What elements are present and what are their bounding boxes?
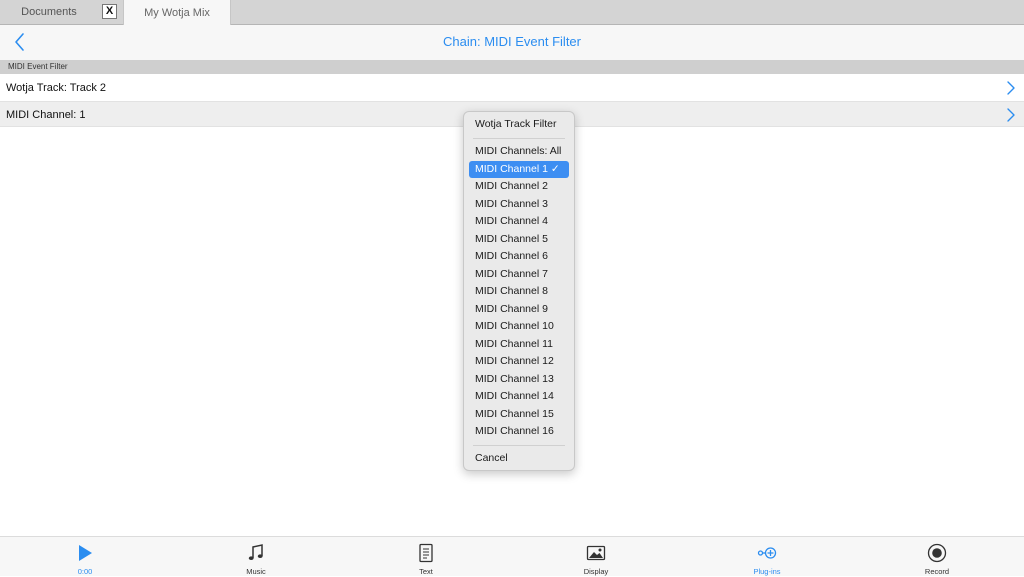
menu-item-channel-8[interactable]: MIDI Channel 8 xyxy=(469,283,569,300)
menu-item-channel-14[interactable]: MIDI Channel 14 xyxy=(469,388,569,405)
document-icon xyxy=(419,543,433,563)
plugin-icon xyxy=(757,547,777,559)
menu-item-channel-13[interactable]: MIDI Channel 13 xyxy=(469,371,569,388)
image-icon xyxy=(586,545,606,561)
navigation-header: Chain: MIDI Event Filter xyxy=(0,25,1024,60)
menu-item-channel-7[interactable]: MIDI Channel 7 xyxy=(469,266,569,283)
text-tab-button[interactable]: Text xyxy=(386,537,466,577)
chevron-right-icon xyxy=(1007,81,1015,95)
text-label: Text xyxy=(419,567,433,576)
menu-item-channel-5[interactable]: MIDI Channel 5 xyxy=(469,231,569,248)
tab-my-wotja-mix[interactable]: My Wotja Mix xyxy=(123,0,231,25)
tab-close-button[interactable]: X xyxy=(102,4,117,19)
music-tab-button[interactable]: Music xyxy=(216,537,296,577)
record-button[interactable]: Record xyxy=(897,537,977,577)
menu-item-channel-4[interactable]: MIDI Channel 4 xyxy=(469,213,569,230)
menu-item-all-channels[interactable]: MIDI Channels: All xyxy=(469,143,569,160)
chevron-right-icon xyxy=(1007,108,1015,122)
menu-item-channel-12[interactable]: MIDI Channel 12 xyxy=(469,353,569,370)
row-label: MIDI Channel: 1 xyxy=(6,109,86,121)
menu-item-cancel[interactable]: Cancel xyxy=(469,450,569,467)
menu-item-channel-9[interactable]: MIDI Channel 9 xyxy=(469,301,569,318)
section-header: MIDI Event Filter xyxy=(0,60,1024,74)
menu-item-channel-6[interactable]: MIDI Channel 6 xyxy=(469,248,569,265)
menu-item-channel-1[interactable]: MIDI Channel 1 ✓ xyxy=(469,160,569,178)
menu-item-channel-3[interactable]: MIDI Channel 3 xyxy=(469,196,569,213)
record-label: Record xyxy=(924,567,950,576)
menu-item-channel-15[interactable]: MIDI Channel 15 xyxy=(469,406,569,423)
playback-time: 0:00 xyxy=(77,567,93,576)
menu-item-channel-11[interactable]: MIDI Channel 11 xyxy=(469,336,569,353)
tab-documents[interactable]: Documents xyxy=(0,0,98,24)
menu-item-channel-10[interactable]: MIDI Channel 10 xyxy=(469,318,569,335)
midi-channel-popup-menu: Wotja Track Filter MIDI Channels: All MI… xyxy=(463,111,575,471)
play-button[interactable]: 0:00 xyxy=(45,537,125,577)
play-icon xyxy=(79,545,92,561)
music-label: Music xyxy=(246,567,266,576)
row-label: Wotja Track: Track 2 xyxy=(6,82,107,94)
menu-item-channel-2[interactable]: MIDI Channel 2 xyxy=(469,178,569,195)
plugins-label: Plug-ins xyxy=(753,567,781,576)
document-tab-bar: Documents X My Wotja Mix xyxy=(0,0,1024,25)
display-tab-button[interactable]: Display xyxy=(556,537,636,577)
menu-separator xyxy=(473,445,565,446)
menu-item-channel-16[interactable]: MIDI Channel 16 xyxy=(469,423,569,440)
display-label: Display xyxy=(583,567,609,576)
bottom-toolbar: 0:00 Music Text Display Plug-ins Record xyxy=(0,536,1024,576)
music-note-icon xyxy=(248,544,263,560)
record-icon xyxy=(927,543,947,563)
menu-title-wotja-track-filter[interactable]: Wotja Track Filter xyxy=(469,116,569,133)
plugins-tab-button[interactable]: Plug-ins xyxy=(727,537,807,577)
menu-separator xyxy=(473,138,565,139)
row-wotja-track[interactable]: Wotja Track: Track 2 xyxy=(0,75,1024,101)
page-title: Chain: MIDI Event Filter xyxy=(443,34,581,49)
